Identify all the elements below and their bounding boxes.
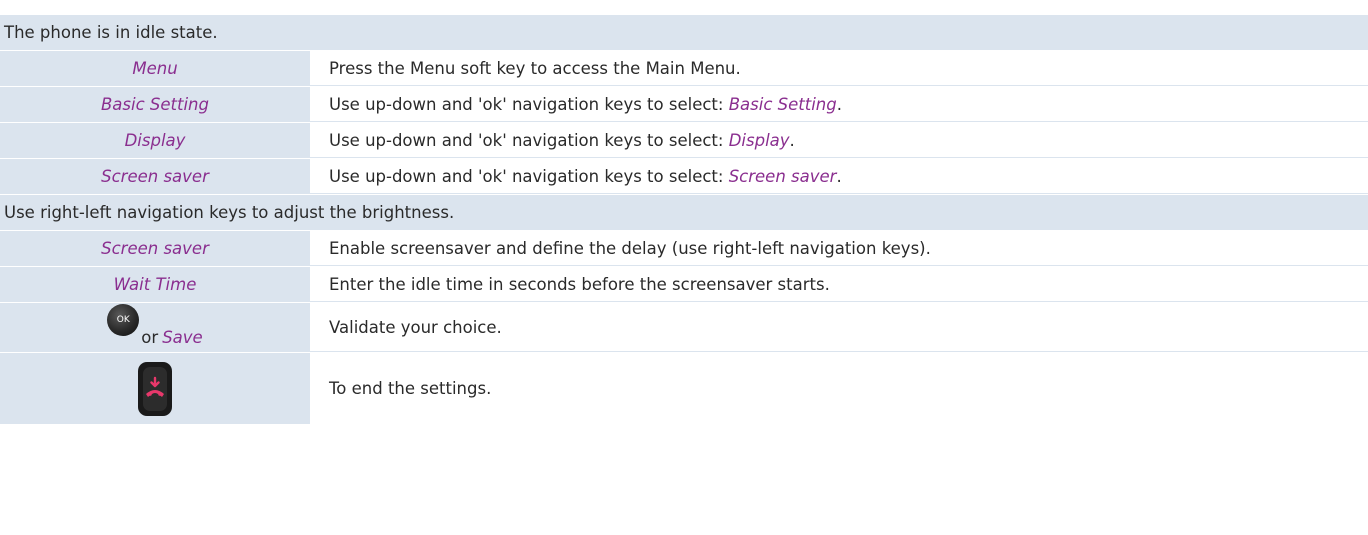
hang-up-icon — [146, 376, 164, 397]
step-desc-cell: Press the Menu soft key to access the Ma… — [310, 51, 1368, 86]
step-key-cell: Menu — [0, 51, 310, 86]
step-desc: Validate your choice. — [329, 317, 502, 337]
step-key-label: Menu — [132, 59, 178, 78]
step-key-label: Basic Setting — [100, 95, 209, 114]
step-key-cell: OK or Save — [0, 303, 310, 352]
header-brightness-text: Use right-left navigation keys to adjust… — [4, 203, 455, 222]
step-desc-suffix: . — [836, 166, 842, 186]
or-text: or — [141, 328, 159, 347]
step-desc-cell: Enable screensaver and define the delay … — [310, 231, 1368, 266]
step-key-cell: Display — [0, 123, 310, 158]
instructions-table: The phone is in idle state. Menu Press t… — [0, 14, 1368, 424]
step-desc: Enter the idle time in seconds before th… — [329, 274, 830, 294]
step-row-validate: OK or Save Validate your choice. — [0, 302, 1368, 352]
step-desc-prefix: Use up-down and 'ok' navigation keys to … — [329, 94, 729, 114]
step-row-display: Display Use up-down and 'ok' navigation … — [0, 122, 1368, 158]
end-call-key-icon — [138, 361, 172, 416]
header-brightness: Use right-left navigation keys to adjust… — [0, 194, 1368, 230]
step-key-label: Screen saver — [101, 167, 209, 186]
step-key-label: Screen saver — [101, 239, 209, 258]
step-desc: Enable screensaver and define the delay … — [329, 238, 931, 258]
ok-key-icon: OK — [107, 303, 140, 336]
step-desc-cell: Use up-down and 'ok' navigation keys to … — [310, 123, 1368, 158]
step-desc-prefix: Use up-down and 'ok' navigation keys to … — [329, 130, 729, 150]
step-key-cell — [0, 353, 310, 424]
header-idle: The phone is in idle state. — [0, 14, 1368, 50]
step-desc-cell: Enter the idle time in seconds before th… — [310, 267, 1368, 302]
step-row-basic-setting: Basic Setting Use up-down and 'ok' navig… — [0, 86, 1368, 122]
save-soft-key-label: Save — [162, 328, 203, 347]
header-idle-text: The phone is in idle state. — [4, 23, 218, 42]
step-desc-cell: To end the settings. — [310, 353, 1368, 424]
step-desc: To end the settings. — [329, 379, 492, 398]
step-key-cell: Screen saver — [0, 231, 310, 266]
step-row-end: To end the settings. — [0, 352, 1368, 424]
ok-key-label: OK — [116, 314, 130, 325]
step-row-menu: Menu Press the Menu soft key to access t… — [0, 50, 1368, 86]
step-key-cell: Wait Time — [0, 267, 310, 302]
step-desc-cell: Validate your choice. — [310, 303, 1368, 352]
step-desc-cell: Use up-down and 'ok' navigation keys to … — [310, 159, 1368, 194]
step-desc-keyword: Basic Setting — [728, 94, 837, 114]
step-key-cell: Screen saver — [0, 159, 310, 194]
step-desc-prefix: Use up-down and 'ok' navigation keys to … — [329, 166, 729, 186]
step-row-wait-time: Wait Time Enter the idle time in seconds… — [0, 266, 1368, 302]
step-row-screen-saver: Screen saver Use up-down and 'ok' naviga… — [0, 158, 1368, 194]
step-desc-cell: Use up-down and 'ok' navigation keys to … — [310, 87, 1368, 122]
step-key-label: Display — [124, 131, 186, 150]
step-row-screen-saver-enable: Screen saver Enable screensaver and defi… — [0, 230, 1368, 266]
step-key-label: Wait Time — [113, 275, 197, 294]
step-key-cell: Basic Setting — [0, 87, 310, 122]
step-desc-suffix: . — [789, 130, 795, 150]
step-desc-keyword: Screen saver — [728, 166, 837, 186]
step-desc: Press the Menu soft key to access the Ma… — [329, 58, 741, 78]
step-desc-suffix: . — [836, 94, 842, 114]
step-desc-keyword: Display — [728, 130, 790, 150]
